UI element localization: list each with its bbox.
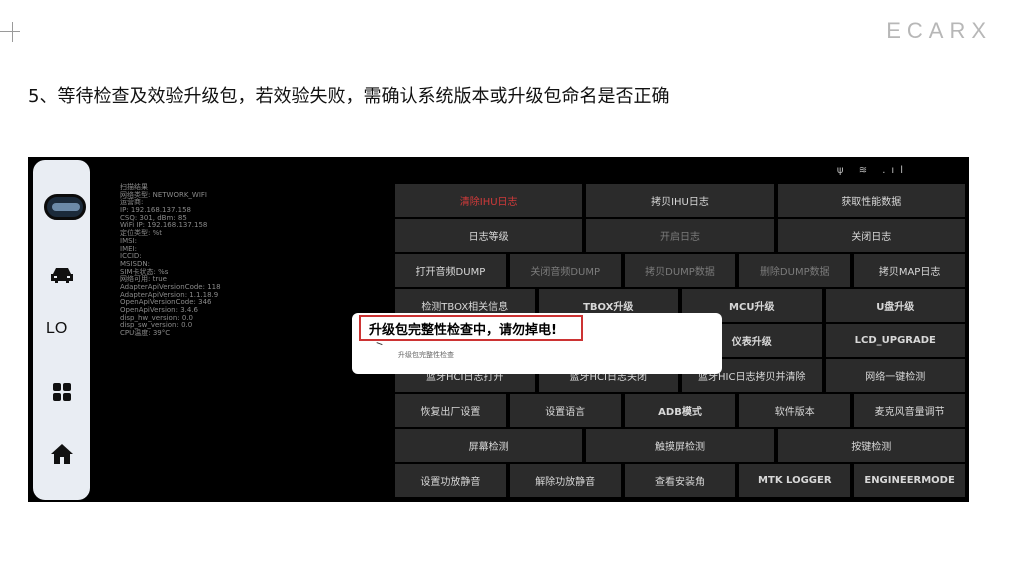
home-icon[interactable] (49, 443, 75, 465)
engineering-button[interactable]: 解除功放静音 (509, 464, 621, 497)
ecarx-logo: ECARX (886, 18, 992, 43)
engineering-button[interactable]: LCD_UPGRADE (825, 324, 965, 357)
car-icon[interactable] (49, 264, 75, 286)
engineering-button[interactable]: U盘升级 (825, 289, 965, 322)
corner-mark (0, 22, 20, 42)
engineering-button[interactable]: 日志等级 (395, 219, 583, 252)
engineering-button[interactable]: 恢复出厂设置 (395, 394, 506, 427)
button-row: 日志等级 开启日志 关闭日志 (395, 219, 965, 252)
engineering-button[interactable]: 触摸屏检测 (586, 429, 774, 462)
engineering-button[interactable]: 获取性能数据 (777, 184, 965, 217)
engineering-button[interactable]: ADB模式 (624, 394, 736, 427)
device-info-panel: 扫描结果 网络类型: NETWORK_WIFI 运营商: IP: 192.168.13… (120, 183, 221, 338)
engineering-button[interactable]: 网络一键检测 (825, 359, 965, 392)
info-line: CPU温度: 39°C (120, 329, 171, 338)
engineering-button[interactable]: 删除DUMP数据 (739, 254, 851, 287)
engineering-button[interactable]: 关闭日志 (777, 219, 965, 252)
engineering-button[interactable]: 开启日志 (586, 219, 774, 252)
engineering-button[interactable]: 设置语言 (509, 394, 621, 427)
button-row: 打开音频DUMP 关闭音频DUMP 拷贝DUMP数据 删除DUMP数据 拷贝MAP日志 (395, 254, 965, 287)
engineering-button[interactable]: 关闭音频DUMP (509, 254, 621, 287)
engineering-button[interactable]: 查看安装角 (624, 464, 736, 497)
sidebar: LO (33, 160, 90, 500)
slide-title: 5、等待检查及效验升级包，若效验失败，需确认系统版本或升级包命名是否正确 (28, 86, 670, 107)
upgrade-check-dialog: 升级包完整性检查中，请勿掉电! 升级包完整性检查 (352, 313, 722, 374)
dialog-title-highlight: 升级包完整性检查中，请勿掉电! (359, 315, 583, 341)
engineering-button[interactable]: 设置功放静音 (395, 464, 506, 497)
engineering-button[interactable]: 打开音频DUMP (395, 254, 506, 287)
button-row: 清除IHU日志 拷贝IHU日志 获取性能数据 (395, 184, 965, 217)
engineering-button[interactable]: 屏幕检测 (395, 429, 583, 462)
engineering-button[interactable]: 拷贝MAP日志 (854, 254, 965, 287)
lo-label[interactable]: LO (46, 320, 67, 338)
engineering-button[interactable]: 按键检测 (777, 429, 965, 462)
dialog-title: 升级包完整性检查中，请勿掉电! (369, 322, 557, 338)
engineering-button[interactable]: 麦克风音量调节 (854, 394, 965, 427)
engineering-button[interactable]: 软件版本 (739, 394, 851, 427)
status-bar: ψ ≋ .ıl (836, 165, 909, 176)
engineering-button[interactable]: MTK LOGGER (739, 464, 851, 497)
engineering-button[interactable]: 清除IHU日志 (395, 184, 583, 217)
button-row: 恢复出厂设置 设置语言 ADB模式 软件版本 麦克风音量调节 (395, 394, 965, 427)
progress-indicator (375, 342, 383, 348)
engineering-button[interactable]: ENGINEERMODE (854, 464, 965, 497)
dialog-subtitle: 升级包完整性检查 (398, 351, 454, 359)
engineering-button[interactable]: 拷贝IHU日志 (586, 184, 774, 217)
grid-icon[interactable] (49, 382, 75, 404)
engineering-button[interactable]: 拷贝DUMP数据 (624, 254, 736, 287)
vehicle-avatar-button[interactable] (44, 194, 86, 220)
button-row: 设置功放静音 解除功放静音 查看安装角 MTK LOGGER ENGINEERMODE (395, 464, 965, 497)
button-row: 屏幕检测 触摸屏检测 按键检测 (395, 429, 965, 462)
